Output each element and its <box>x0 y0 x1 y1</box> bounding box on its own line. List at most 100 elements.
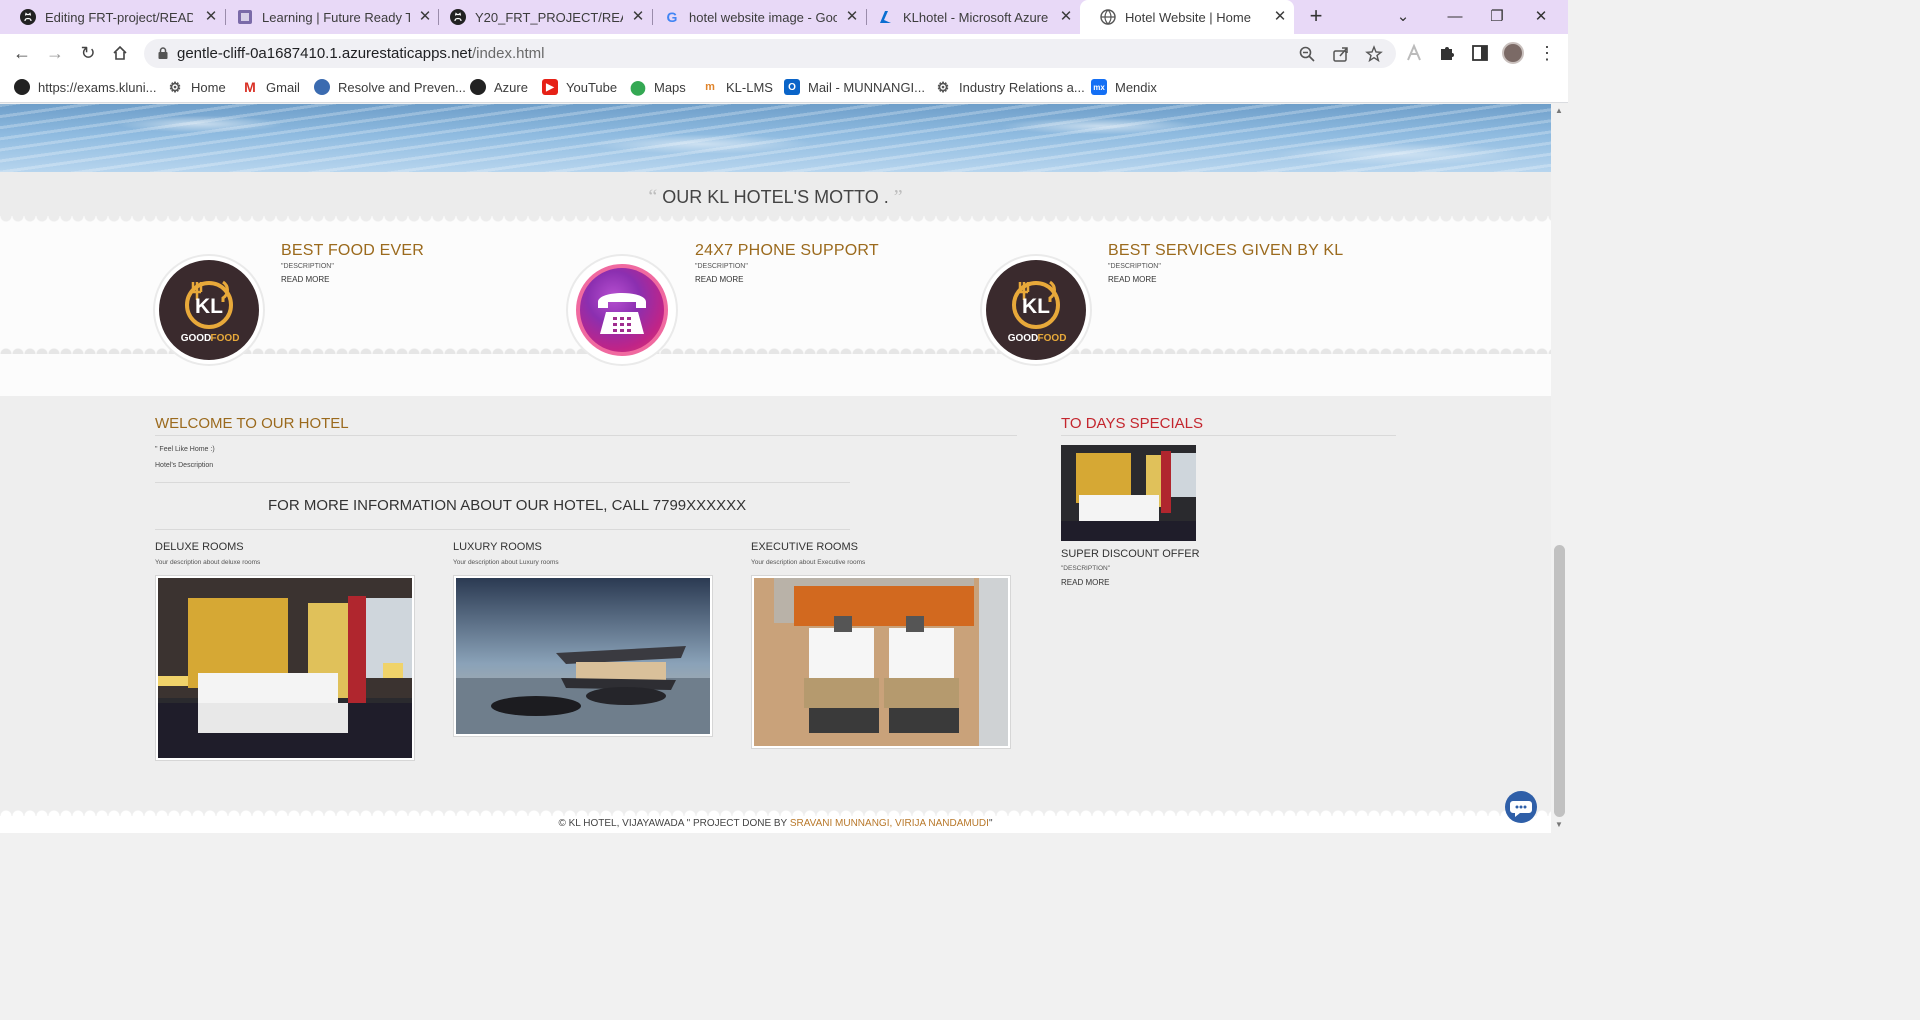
feature-food-icon-circle: KL GOOD FOOD <box>155 256 263 364</box>
restore-icon[interactable]: ❐ <box>1486 6 1508 28</box>
github-icon <box>20 9 36 25</box>
shield-icon <box>314 79 330 95</box>
extensions-puzzle-icon[interactable] <box>1437 43 1457 63</box>
bookmark-home[interactable]: ⚙ Home <box>167 78 226 96</box>
bookmark-gmail[interactable]: M Gmail <box>242 78 300 96</box>
kl-good-food-logo: KL GOOD FOOD <box>986 260 1086 360</box>
telephone-icon <box>576 264 668 356</box>
new-tab-button[interactable]: + <box>1305 5 1327 28</box>
deluxe-room-image <box>155 575 415 761</box>
share-icon[interactable] <box>1332 45 1350 63</box>
globe-icon <box>470 79 486 95</box>
bookmark-label: KL-LMS <box>726 79 773 95</box>
tab-title: Learning | Future Ready Talent <box>262 9 410 25</box>
bookmark-youtube[interactable]: ▶ YouTube <box>542 78 617 96</box>
side-panel-icon[interactable] <box>1470 43 1490 63</box>
logo-kl-text: KL <box>1022 295 1050 318</box>
minimize-icon[interactable]: — <box>1444 6 1466 28</box>
bookmark-label: Mail - MUNNANGI... <box>808 79 925 95</box>
read-more-link-food[interactable]: READ MORE <box>281 275 329 284</box>
tab-title: Y20_FRT_PROJECT/README <box>475 9 623 25</box>
close-quote: ” <box>893 186 903 208</box>
scroll-down-arrow-icon[interactable]: ▼ <box>1555 820 1563 829</box>
sea-banner-image <box>0 104 1551 172</box>
feature-title-food: BEST FOOD EVER <box>281 242 424 259</box>
room-title-deluxe: DELUXE ROOMS <box>155 541 244 553</box>
zoom-icon[interactable] <box>1298 45 1316 63</box>
mendix-icon: mx <box>1091 79 1107 95</box>
page-scrollbar[interactable]: ▲ ▼ <box>1551 104 1568 833</box>
url-host: gentle-cliff-0a1687410.1.azurestaticapps… <box>177 45 472 62</box>
gear-icon: ⚙ <box>168 78 182 95</box>
extension-a-icon[interactable] <box>1404 43 1424 63</box>
read-more-link-phone[interactable]: READ MORE <box>695 275 743 284</box>
scroll-up-arrow-icon[interactable]: ▲ <box>1555 106 1563 115</box>
feature-desc-food: "DESCRIPTION" <box>281 263 334 270</box>
bookmark-label: Industry Relations a... <box>959 79 1085 95</box>
divider <box>155 435 1017 436</box>
bookmark-label: Azure <box>494 79 528 95</box>
read-more-link-special[interactable]: READ MORE <box>1061 578 1109 587</box>
close-window-icon[interactable]: ✕ <box>1530 6 1552 28</box>
tab-y20-readme[interactable]: Y20_FRT_PROJECT/README ✕ <box>430 0 652 34</box>
welcome-heading: WELCOME TO OUR HOTEL <box>155 415 349 432</box>
special-offer-desc: "DESCRIPTION" <box>1061 565 1111 572</box>
profile-avatar[interactable] <box>1502 42 1524 64</box>
bookmark-label: Home <box>191 79 226 95</box>
footer-prefix: © KL HOTEL, VIJAYAWADA " PROJECT DONE BY <box>558 818 790 829</box>
outlook-icon: O <box>784 79 800 95</box>
scrollbar-thumb[interactable] <box>1554 545 1565 817</box>
feature-desc-phone: "DESCRIPTION" <box>695 263 748 270</box>
bookmark-star-icon[interactable] <box>1365 45 1383 63</box>
url-text[interactable]: gentle-cliff-0a1687410.1.azurestaticapps… <box>177 45 544 62</box>
reload-icon[interactable]: ↻ <box>77 42 99 64</box>
motto-text: OUR KL HOTEL'S MOTTO . <box>662 187 889 207</box>
executive-room-image <box>751 575 1011 749</box>
google-icon: G <box>666 9 678 25</box>
back-icon[interactable]: ← <box>11 42 33 64</box>
call-info-text: FOR MORE INFORMATION ABOUT OUR HOTEL, CA… <box>268 497 747 514</box>
address-bar[interactable]: gentle-cliff-0a1687410.1.azurestaticapps… <box>144 39 1396 68</box>
tab-editing-readme[interactable]: Editing FRT-project/README ✕ <box>0 0 225 34</box>
feature-title-phone: 24X7 PHONE SUPPORT <box>695 242 879 259</box>
logo-food-text: FOOD <box>1038 333 1067 344</box>
divider <box>155 529 850 530</box>
bookmark-resolve[interactable]: Resolve and Preven... <box>314 78 466 96</box>
chat-bubble-button[interactable] <box>1505 791 1537 823</box>
tab-strip: Editing FRT-project/README ✕ Learning | … <box>0 0 1568 34</box>
close-tab-icon[interactable]: ✕ <box>1058 9 1074 25</box>
bookmark-label: https://exams.kluni... <box>38 79 157 95</box>
azure-icon <box>878 9 894 25</box>
bookmark-azure[interactable]: Azure <box>470 78 528 96</box>
logo-kl-text: KL <box>195 295 223 318</box>
close-tab-icon[interactable]: ✕ <box>1272 9 1288 25</box>
tab-google-search[interactable]: G hotel website image - Google ✕ <box>644 0 866 34</box>
bookmark-kl-lms[interactable]: m KL-LMS <box>702 78 773 96</box>
tab-learning[interactable]: Learning | Future Ready Talent ✕ <box>217 0 439 34</box>
bookmark-maps[interactable]: ⬤ Maps <box>630 78 686 96</box>
bookmark-industry[interactable]: ⚙ Industry Relations a... <box>935 78 1085 96</box>
bookmark-label: Mendix <box>1115 79 1157 95</box>
footer-names: SRAVANI MUNNANGI, VIRIJA NANDAMUDI <box>789 818 989 829</box>
tab-hotel-home[interactable]: Hotel Website | Home ✕ <box>1080 0 1294 34</box>
tab-azure[interactable]: KLhotel - Microsoft Azure ✕ <box>858 0 1080 34</box>
scallop-divider <box>0 216 1551 224</box>
divider <box>1061 435 1396 436</box>
gear-icon: ⚙ <box>936 78 950 95</box>
forward-icon[interactable]: → <box>44 42 66 64</box>
bookmark-mendix[interactable]: mx Mendix <box>1091 78 1157 96</box>
bookmark-label: YouTube <box>566 79 618 95</box>
room-desc-luxury: Your description about Luxury rooms <box>453 559 559 566</box>
special-offer-image <box>1061 445 1196 541</box>
tab-title: KLhotel - Microsoft Azure <box>903 9 1049 25</box>
home-icon[interactable] <box>109 42 131 64</box>
menu-kebab-icon[interactable]: ⋮ <box>1536 42 1558 64</box>
read-more-link-services[interactable]: READ MORE <box>1108 275 1156 284</box>
bookmark-mail[interactable]: O Mail - MUNNANGI... <box>784 78 925 96</box>
bookmark-label: Gmail <box>266 79 300 95</box>
room-desc-deluxe: Your description about deluxe rooms <box>155 559 261 566</box>
bookmark-exams[interactable]: https://exams.kluni... <box>14 78 157 96</box>
youtube-icon: ▶ <box>542 79 558 95</box>
footer-credits: © KL HOTEL, VIJAYAWADA " PROJECT DONE BY… <box>0 818 1551 829</box>
tab-search-chevron-icon[interactable]: ⌄ <box>1392 6 1414 28</box>
